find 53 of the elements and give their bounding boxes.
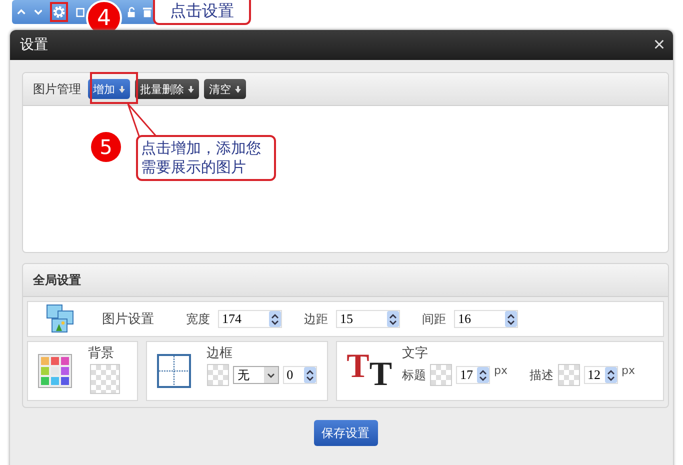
- action-button[interactable]: 增加: [88, 79, 130, 99]
- images-icon: [46, 304, 76, 334]
- field-label: 宽度: [186, 310, 210, 328]
- field-label: 标题: [402, 366, 426, 384]
- action-button[interactable]: 批量删除: [135, 79, 199, 99]
- highlight-frame: [90, 72, 138, 104]
- color-picker[interactable]: [430, 364, 452, 386]
- section-label: 背景: [88, 345, 115, 362]
- color-grid-icon: [38, 354, 72, 388]
- spinner-arrows-icon[interactable]: [479, 370, 487, 380]
- spinner-arrows-icon[interactable]: [606, 370, 614, 380]
- section-label: 边框: [206, 345, 234, 362]
- callout-text: 点击设置: [153, 0, 251, 25]
- chevron-down-icon[interactable]: [34, 8, 42, 16]
- close-button[interactable]: ×: [653, 35, 665, 55]
- color-picker[interactable]: [206, 364, 229, 386]
- section-label: 图片设置: [102, 311, 154, 328]
- number-input[interactable]: 17: [456, 366, 490, 384]
- number-input[interactable]: 16: [454, 310, 518, 328]
- border-icon: [156, 354, 191, 388]
- save-button[interactable]: 保存设置: [314, 420, 378, 446]
- field-label: 间距: [422, 310, 446, 328]
- color-picker[interactable]: [90, 364, 120, 394]
- number-input[interactable]: 15: [336, 310, 400, 328]
- callout-text: 点击增加，添加您需要展示的图片: [136, 135, 276, 181]
- dialog-title: 设置: [20, 36, 48, 54]
- color-picker[interactable]: [558, 364, 580, 386]
- number-input[interactable]: 174: [218, 310, 282, 328]
- field-label: 边距: [304, 310, 328, 328]
- caret-icon[interactable]: [266, 372, 275, 378]
- panel-title: 图片管理: [33, 80, 81, 98]
- callout-pointer: [127, 103, 157, 137]
- action-button[interactable]: 清空: [204, 79, 246, 99]
- border-style-select[interactable]: 无: [232, 366, 279, 384]
- number-input[interactable]: 12: [584, 366, 618, 384]
- lock-icon[interactable]: [126, 6, 136, 18]
- panel-title: 全局设置: [33, 272, 81, 288]
- down-arrow-icon: [119, 86, 125, 92]
- down-arrow-icon: [235, 86, 241, 92]
- letter-icon: T: [369, 358, 392, 392]
- unit-label: px: [622, 364, 635, 377]
- spinner-arrows-icon[interactable]: [271, 314, 279, 324]
- settings-icon[interactable]: [52, 5, 66, 19]
- letter-icon: T: [346, 350, 370, 384]
- section-label: 文字: [402, 345, 429, 362]
- spinner-arrows-icon[interactable]: [389, 314, 397, 324]
- spinner-arrows-icon[interactable]: [306, 370, 314, 380]
- down-arrow-icon: [188, 86, 194, 92]
- chevron-up-icon[interactable]: [17, 8, 26, 16]
- spinner-arrows-icon[interactable]: [507, 314, 515, 324]
- field-label: 描述: [530, 366, 554, 384]
- unit-label: px: [494, 364, 508, 377]
- number-input[interactable]: 0: [282, 366, 317, 384]
